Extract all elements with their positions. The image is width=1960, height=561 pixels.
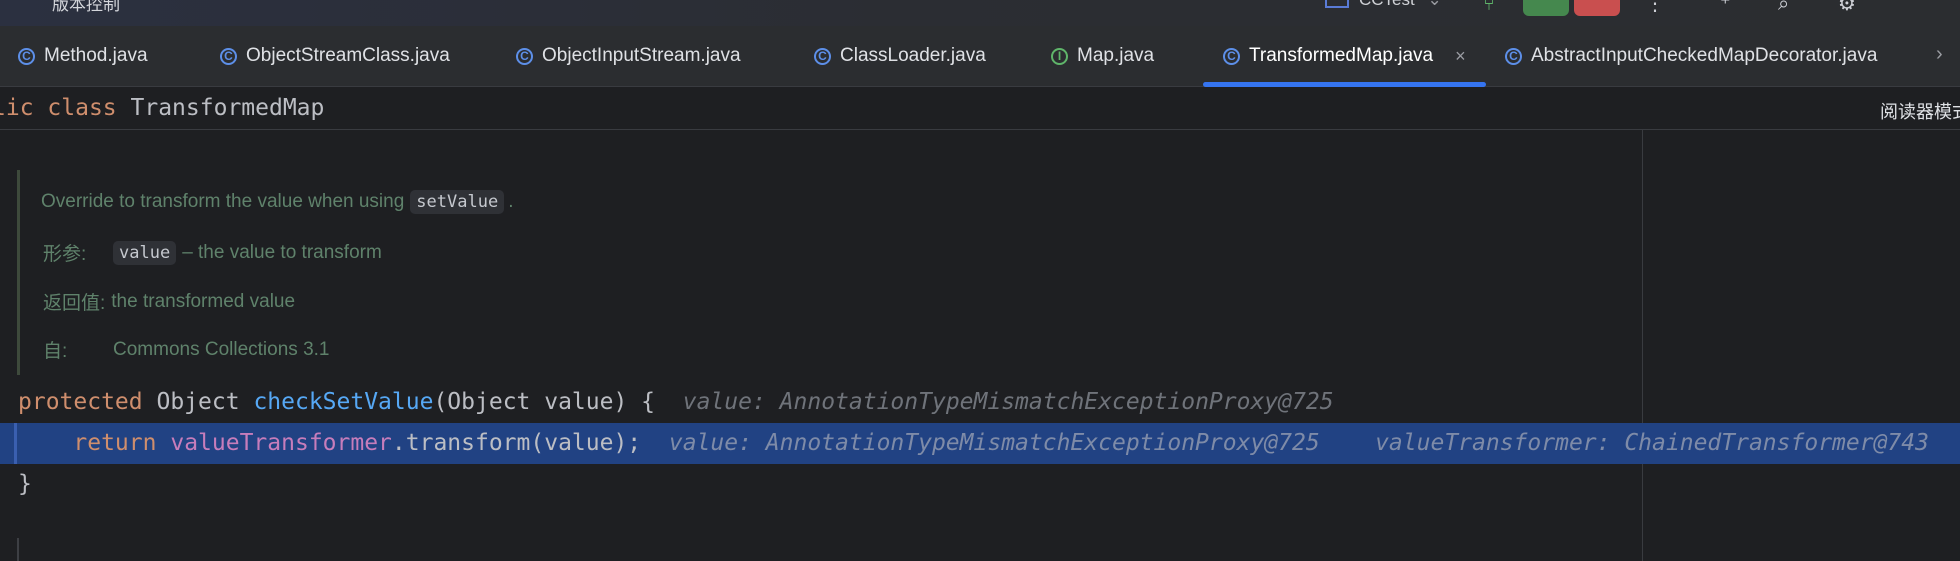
branch-icon[interactable]: ⑂ <box>1483 0 1495 14</box>
class-icon: C <box>516 47 533 65</box>
field-value-transformer: valueTransformer <box>170 430 392 456</box>
debug-button[interactable] <box>1523 0 1569 16</box>
run-config-selector[interactable]: CCTest ⌄ <box>1325 0 1442 10</box>
tab-abstractinputcheckedmapdecorator-java[interactable]: C AbstractInputCheckedMapDecorator.java <box>1505 26 1877 86</box>
code-line-closing-brace[interactable]: } <box>18 464 32 505</box>
tab-label: ObjectInputStream.java <box>542 45 741 66</box>
doc-summary: Override to transform the value when usi… <box>41 190 513 214</box>
execution-point-line[interactable]: return valueTransformer.transform(value)… <box>0 423 1960 464</box>
inline-debug-value: value: AnnotationTypeMismatchExceptionPr… <box>682 389 1334 415</box>
class-icon: C <box>18 47 35 65</box>
inline-debug-value: valueTransformer: ChainedTransformer@743 <box>1375 430 1929 456</box>
ide-window: 版本控制 CCTest ⌄ ⑂ ⋮ ⁺ ⌕ ⚙ C Method.java C … <box>0 0 1960 561</box>
doc-summary-code: setValue <box>410 190 505 214</box>
tab-overflow-icon[interactable]: › <box>1936 44 1943 64</box>
code-line-method-signature[interactable]: protected Object checkSetValue(Object va… <box>18 382 1334 423</box>
tab-label: AbstractInputCheckedMapDecorator.java <box>1531 45 1878 66</box>
editor-tab-bar: C Method.java C ObjectStreamClass.java C… <box>0 26 1960 87</box>
execution-marker <box>14 423 17 464</box>
keyword-public-partial: lic <box>0 95 34 121</box>
doc-since-text: Commons Collections 3.1 <box>113 338 330 360</box>
chevron-down-icon: ⌄ <box>1427 0 1441 9</box>
project-name[interactable]: 版本控制 <box>52 0 120 15</box>
interface-icon: I <box>1051 47 1068 65</box>
tab-label: Map.java <box>1077 45 1155 66</box>
tab-method-java[interactable]: C Method.java <box>18 26 148 86</box>
right-margin-guide <box>1642 130 1643 561</box>
reader-mode-button[interactable]: 阅读器模式 <box>1880 98 1960 124</box>
title-bar: 版本控制 CCTest ⌄ ⑂ ⋮ ⁺ ⌕ ⚙ <box>0 0 1960 26</box>
sticky-code-line[interactable]: lic class TransformedMap <box>0 95 324 121</box>
class-name: TransformedMap <box>130 95 325 121</box>
tab-label: Method.java <box>44 45 148 66</box>
doc-summary-end: . <box>508 191 514 212</box>
tab-objectstreamclass-java[interactable]: C ObjectStreamClass.java <box>220 26 450 86</box>
class-icon: C <box>1505 47 1522 65</box>
search-icon[interactable]: ⌕ <box>1778 0 1789 14</box>
return-type: Object <box>156 389 240 415</box>
method-call: .transform(value); <box>391 430 642 456</box>
class-icon: C <box>1223 47 1240 65</box>
keyword-return: return <box>73 430 157 456</box>
doc-param-text: – the value to transform <box>182 241 382 263</box>
add-user-icon[interactable]: ⁺ <box>1720 0 1731 14</box>
settings-icon[interactable]: ⚙ <box>1838 0 1856 14</box>
doc-since-tag: 自: <box>43 341 68 362</box>
more-actions-icon[interactable]: ⋮ <box>1645 0 1665 14</box>
keyword-protected: protected <box>18 389 143 415</box>
tab-label: ObjectStreamClass.java <box>246 45 450 66</box>
inline-debug-value: value: AnnotationTypeMismatchExceptionPr… <box>668 430 1320 456</box>
method-params: (Object value) { <box>433 389 656 415</box>
doc-return: 返回值: the transformed value <box>43 288 295 315</box>
tab-map-java[interactable]: I Map.java <box>1051 26 1154 86</box>
stop-button[interactable] <box>1574 0 1620 16</box>
doc-summary-text: Override to transform the value when usi… <box>41 191 405 212</box>
tab-objectinputstream-java[interactable]: C ObjectInputStream.java <box>516 26 741 86</box>
keyword-class: class <box>47 95 117 121</box>
doc-return-text: the transformed value <box>111 290 296 312</box>
doc-param-code: value <box>113 240 177 265</box>
doc-return-tag: 返回值: <box>43 293 106 314</box>
class-icon: C <box>220 47 237 65</box>
doc-param: 形参: value – the value to transform <box>43 239 382 266</box>
tab-label: TransformedMap.java <box>1249 45 1434 66</box>
rendered-javadoc[interactable]: Override to transform the value when usi… <box>17 170 1117 375</box>
tab-classloader-java[interactable]: C ClassLoader.java <box>814 26 986 86</box>
run-config-label: CCTest <box>1359 0 1415 9</box>
fold-guide <box>17 538 19 561</box>
class-icon: C <box>814 47 831 65</box>
method-name: checkSetValue <box>253 389 434 415</box>
run-config-icon <box>1325 0 1349 8</box>
sticky-class-header: lic class TransformedMap 阅读器模式 <box>0 87 1960 130</box>
code-editor[interactable]: Override to transform the value when usi… <box>0 130 1960 561</box>
doc-param-tag: 形参: <box>43 244 87 265</box>
close-icon[interactable]: × <box>1455 46 1466 67</box>
tab-label: ClassLoader.java <box>840 45 986 66</box>
doc-since: 自: Commons Collections 3.1 <box>43 336 329 363</box>
code-line-return[interactable]: return valueTransformer.transform(value)… <box>18 423 1929 464</box>
tab-transformedmap-java[interactable]: C TransformedMap.java × <box>1203 26 1486 87</box>
